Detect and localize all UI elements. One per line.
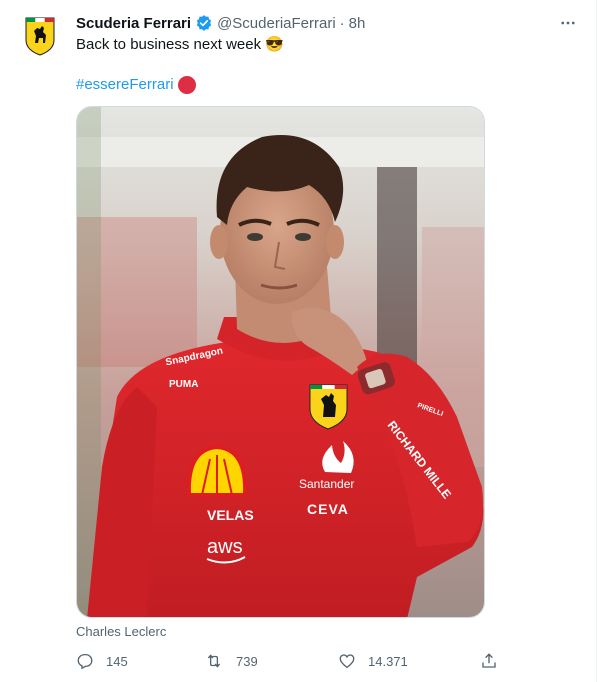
retweet-button[interactable]: 739 (204, 650, 258, 672)
user-handle[interactable]: @ScuderiaFerrari (217, 15, 336, 32)
like-button[interactable]: 14.371 (338, 650, 408, 672)
reply-icon (77, 653, 93, 670)
tweet-text: Back to business next week 😎 (76, 36, 284, 53)
tweet-timestamp[interactable]: 8h (349, 15, 366, 32)
retweet-icon (207, 654, 221, 668)
media-caption: Charles Leclerc (76, 624, 167, 639)
display-name[interactable]: Scuderia Ferrari (76, 15, 191, 32)
tweet-actions: 145 739 14.371 (76, 650, 504, 674)
hashtag-link[interactable]: #essereFerrari (76, 75, 174, 95)
sponsor-velas: VELAS (207, 507, 254, 523)
like-count: 14.371 (368, 653, 408, 669)
sponsor-santander: Santander (299, 477, 354, 491)
sponsor-aws: aws (207, 536, 243, 558)
reply-button[interactable]: 145 (76, 650, 128, 672)
red-circle-emoji-icon (177, 76, 196, 94)
sponsor-puma: PUMA (169, 379, 198, 390)
sponsor-ceva: CEVA (307, 501, 349, 517)
avatar[interactable] (16, 12, 64, 60)
verified-icon (195, 14, 213, 32)
like-icon (339, 654, 355, 669)
share-button[interactable] (480, 650, 510, 672)
reply-count: 145 (106, 653, 128, 669)
separator-dot: · (339, 14, 345, 32)
retweet-count: 739 (236, 653, 258, 669)
more-icon (561, 21, 575, 25)
tweet-header: Scuderia Ferrari @ScuderiaFerrari · 8h (76, 12, 580, 34)
more-button[interactable] (556, 12, 580, 34)
tweet-card[interactable]: Scuderia Ferrari @ScuderiaFerrari · 8h B… (0, 0, 597, 682)
driver-photo: Snapdragon PUMA Santander VELAS CEVA aws… (77, 107, 484, 617)
tweet-media[interactable]: Snapdragon PUMA Santander VELAS CEVA aws… (76, 106, 485, 618)
share-icon (482, 653, 496, 668)
ferrari-logo (25, 17, 55, 56)
hashtag-line: #essereFerrari (76, 75, 196, 95)
